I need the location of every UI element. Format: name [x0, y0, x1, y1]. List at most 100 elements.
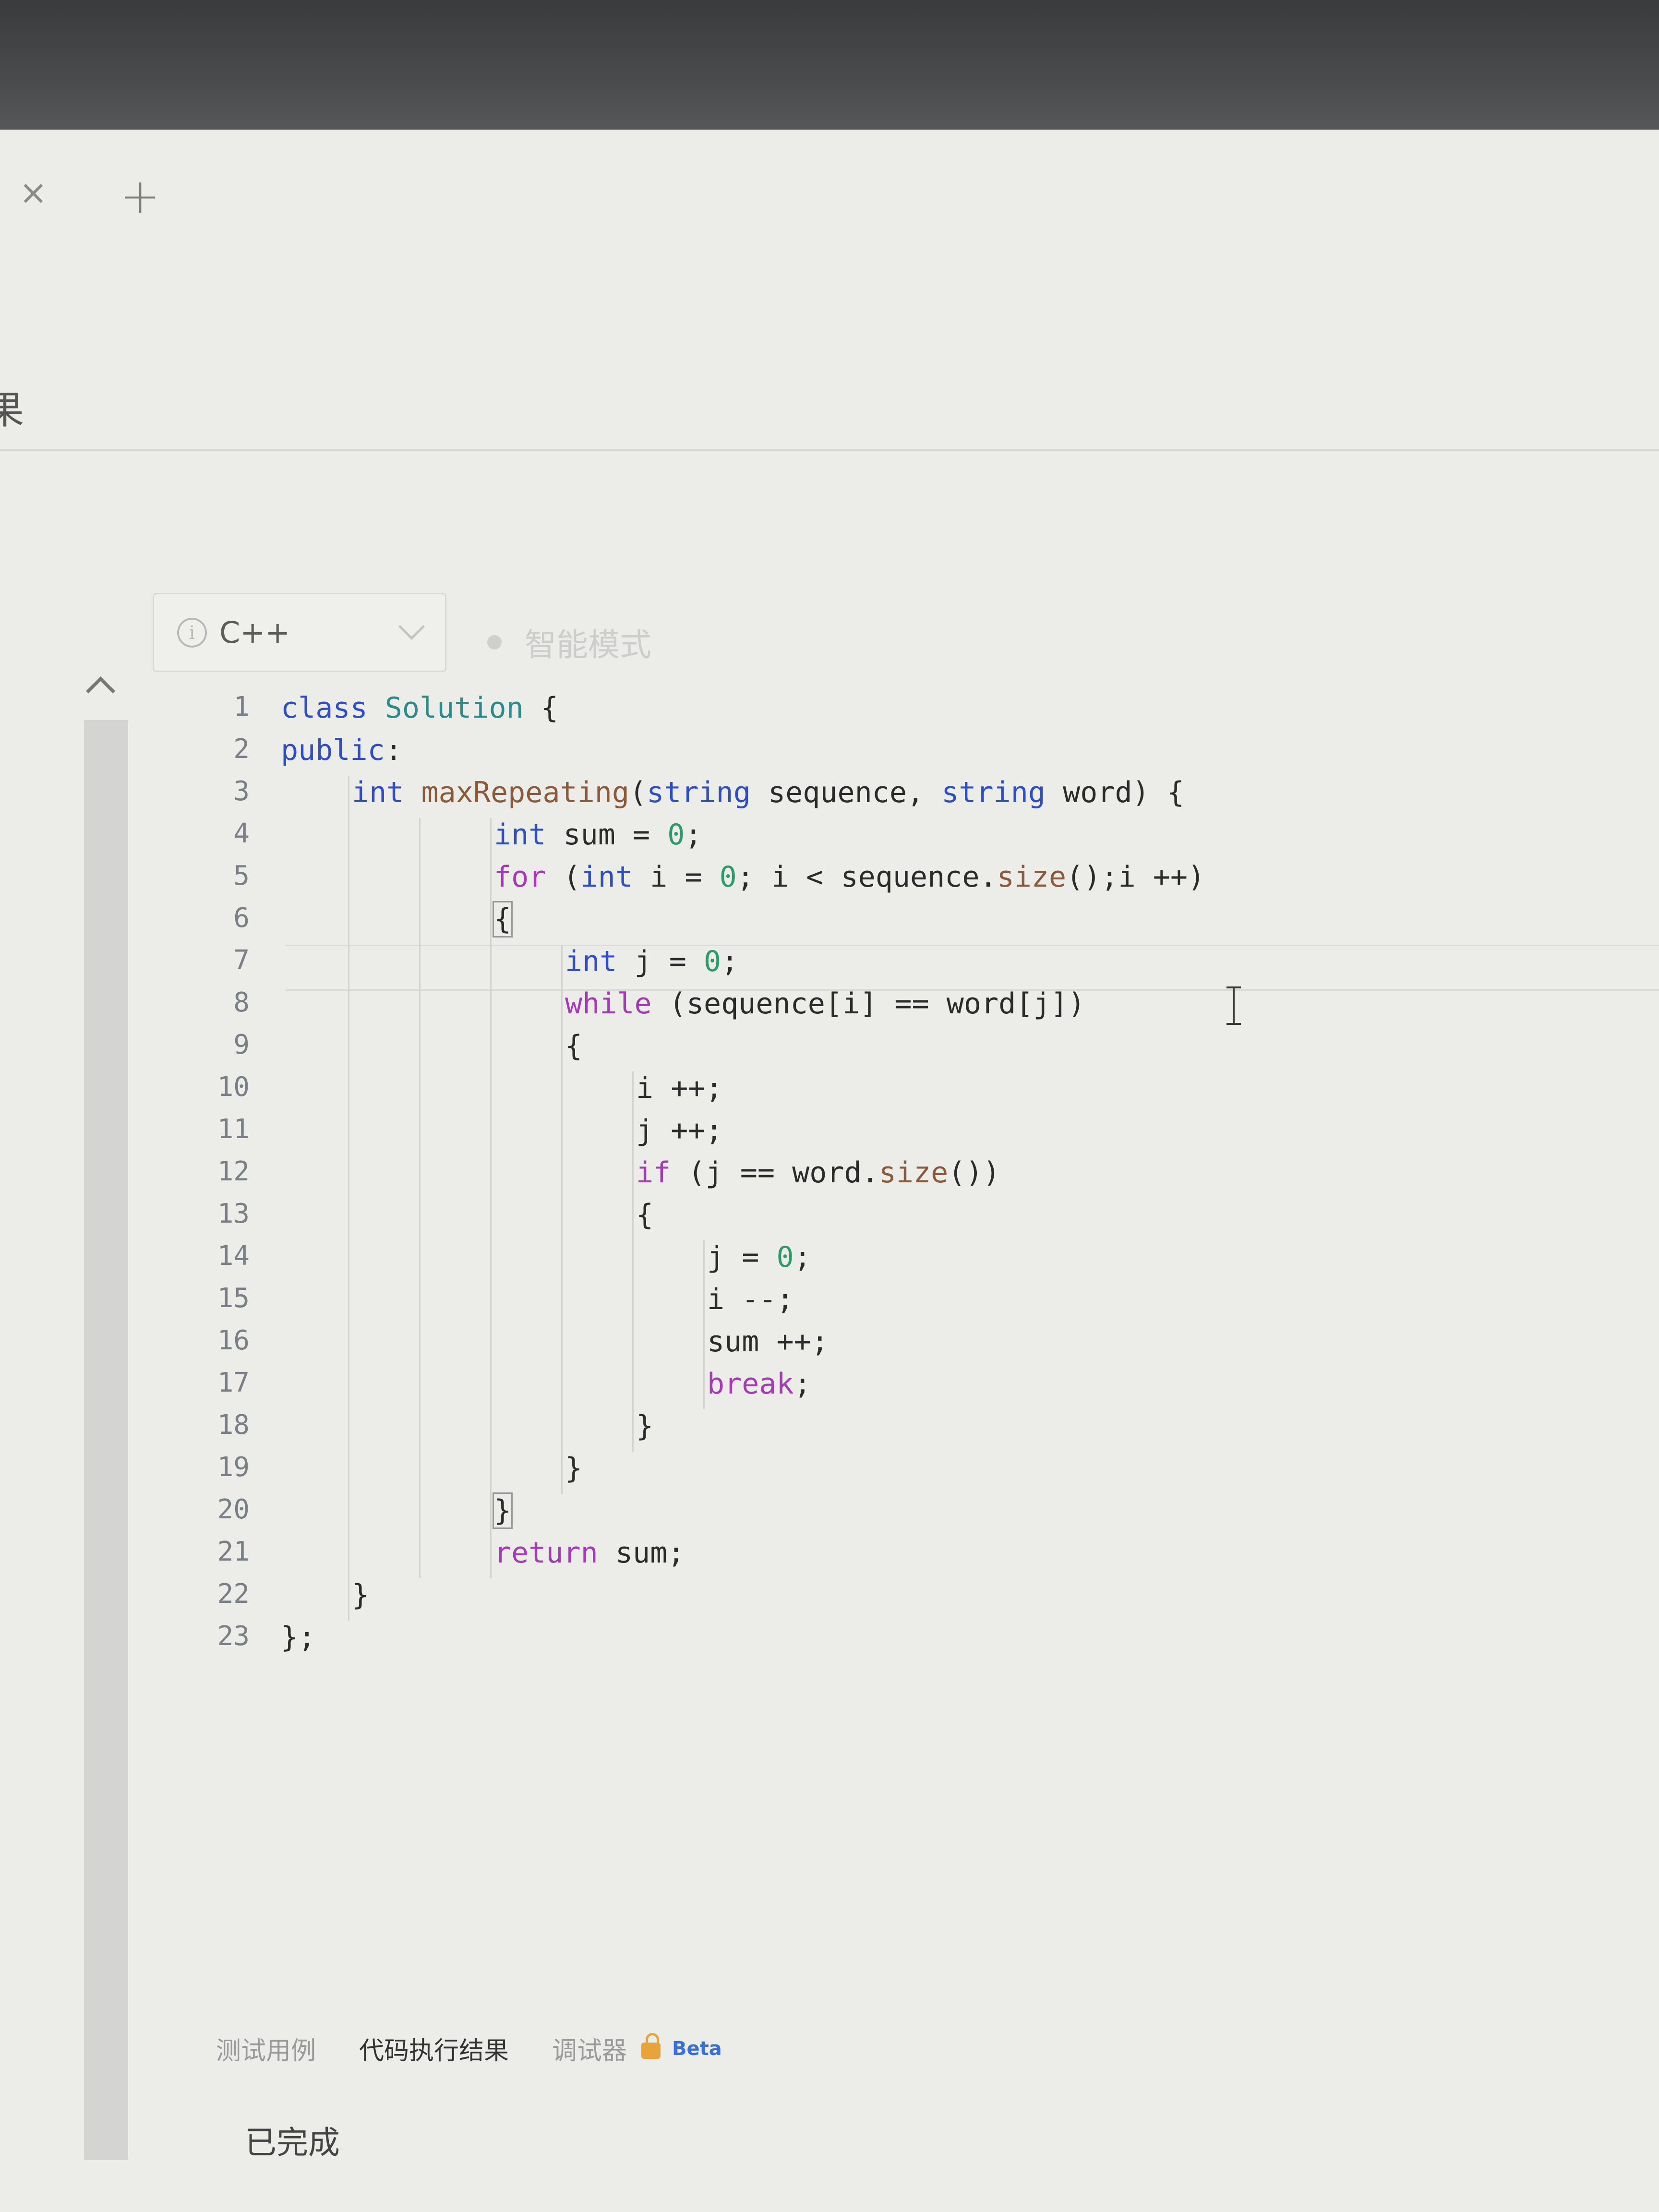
line-number: 8	[233, 987, 250, 1018]
line-number: 16	[217, 1325, 250, 1356]
code-line[interactable]: 19}	[182, 1452, 1623, 1495]
matched-brace: }	[492, 1492, 513, 1529]
code-line[interactable]: 4 int sum = 0;	[182, 818, 1623, 861]
code-text: sum ++;	[707, 1325, 829, 1358]
info-icon: i	[177, 617, 207, 648]
indent-guide	[490, 1240, 492, 1283]
indent-guide	[561, 1325, 563, 1367]
indent-guide	[419, 1114, 421, 1156]
line-number: 23	[217, 1621, 250, 1652]
line-number: 22	[217, 1578, 250, 1610]
indent-guide	[419, 1325, 421, 1367]
smart-mode-toggle[interactable]: 智能模式	[487, 619, 651, 665]
code-line[interactable]: 22}	[182, 1578, 1623, 1622]
indent-guide	[490, 945, 492, 987]
code-line[interactable]: 8 while (sequence[i] == word[j])	[182, 987, 1623, 1030]
tab-execution-result[interactable]: 代码执行结果	[359, 2031, 509, 2067]
indent-guide	[419, 1071, 421, 1114]
code-line[interactable]: 1 class Solution {	[182, 691, 1623, 734]
code-line[interactable]: 2 public:	[182, 733, 1623, 777]
close-tab-icon[interactable]: ×	[19, 173, 48, 212]
code-line[interactable]: 14 j = 0;	[182, 1240, 1623, 1284]
indent-guide	[703, 1283, 705, 1325]
code-editor[interactable]: 1 class Solution {2 public: 3 int maxRepeati…	[182, 691, 1659, 1699]
indent-guide	[703, 1325, 705, 1367]
indent-guide	[348, 1283, 349, 1325]
scrollbar[interactable]	[84, 720, 128, 2160]
indent-guide	[490, 1029, 492, 1071]
indent-guide	[561, 1283, 563, 1325]
code-text: }	[636, 1409, 654, 1443]
code-text: break;	[707, 1367, 811, 1401]
code-line[interactable]: 23};	[182, 1621, 1623, 1664]
code-text: j = 0;	[707, 1240, 811, 1274]
indent-guide	[561, 1452, 563, 1494]
line-number: 9	[233, 1029, 250, 1060]
line-number: 12	[217, 1156, 250, 1187]
indent-guide	[632, 1071, 634, 1114]
code-line[interactable]: 5 for (int i = 0; i < sequence.size();i +…	[182, 860, 1623, 903]
indent-guide	[348, 1409, 349, 1452]
line-number: 4	[233, 818, 250, 849]
code-line[interactable]: 11 j ++;	[182, 1114, 1623, 1157]
indent-guide	[348, 1452, 349, 1494]
line-number: 6	[233, 902, 250, 934]
indent-guide	[490, 860, 492, 902]
indent-guide	[419, 818, 421, 860]
code-line[interactable]: 6{	[182, 901, 1623, 946]
indent-guide	[348, 1198, 349, 1240]
new-tab-icon[interactable]: +	[120, 168, 160, 224]
code-text: int j = 0;	[565, 945, 739, 978]
indent-guide	[490, 987, 492, 1029]
lock-icon	[641, 2032, 661, 2059]
code-text: public:	[281, 733, 402, 767]
indent-guide	[348, 945, 349, 987]
indent-guide	[632, 1198, 634, 1240]
code-text: int maxRepeating(string sequence, string…	[352, 776, 1184, 809]
indent-guide	[348, 1071, 349, 1114]
code-text: {	[636, 1198, 654, 1232]
tab-test-cases[interactable]: 测试用例	[216, 2031, 316, 2067]
indent-guide	[490, 1325, 492, 1367]
code-line[interactable]: 21 return sum;	[182, 1536, 1623, 1579]
indent-guide	[348, 1536, 349, 1578]
line-number: 14	[217, 1240, 250, 1272]
indent-guide	[490, 1409, 492, 1452]
indent-guide	[419, 1494, 421, 1536]
run-status: 已完成	[245, 2124, 340, 2161]
code-line[interactable]: 18}	[182, 1409, 1623, 1453]
indent-guide	[348, 1367, 349, 1409]
line-number: 2	[233, 733, 250, 765]
indent-guide	[419, 1240, 421, 1283]
indent-guide	[632, 1240, 634, 1283]
code-text: {	[565, 1029, 583, 1063]
code-line[interactable]: 12 if (j == word.size())	[182, 1156, 1623, 1199]
code-line[interactable]: 9{	[182, 1029, 1623, 1072]
matched-brace: {	[492, 901, 513, 938]
code-line[interactable]: 3 int maxRepeating(string sequence, strin…	[182, 776, 1623, 819]
indent-guide	[561, 1240, 563, 1283]
line-number: 7	[233, 945, 250, 976]
code-text: return sum;	[494, 1536, 685, 1570]
code-line[interactable]: 16 sum ++;	[182, 1325, 1623, 1368]
indent-guide	[632, 1409, 634, 1452]
bottom-tab-bar: 测试用例 代码执行结果 调试器 Beta	[216, 2031, 722, 2067]
code-line[interactable]: 10 i ++;	[182, 1071, 1623, 1115]
line-number: 11	[217, 1114, 250, 1145]
code-text: i ++;	[636, 1071, 723, 1105]
indent-guide	[561, 1409, 563, 1452]
indent-guide	[632, 1367, 634, 1409]
language-select[interactable]: i C++	[153, 593, 446, 672]
code-line[interactable]: 20}	[182, 1492, 1623, 1537]
code-line[interactable]: 17 break;	[182, 1367, 1623, 1410]
indent-guide	[348, 1325, 349, 1367]
indent-guide	[419, 1156, 421, 1198]
code-line[interactable]: 15 i --;	[182, 1283, 1623, 1326]
indent-guide	[632, 1325, 634, 1367]
indent-guide	[348, 902, 349, 945]
code-line[interactable]: 13 {	[182, 1198, 1623, 1241]
indent-guide	[561, 1367, 563, 1409]
tab-debugger[interactable]: 调试器	[552, 2031, 627, 2067]
code-line[interactable]: 7 int j = 0;	[182, 945, 1623, 988]
indent-guide	[703, 1240, 705, 1283]
